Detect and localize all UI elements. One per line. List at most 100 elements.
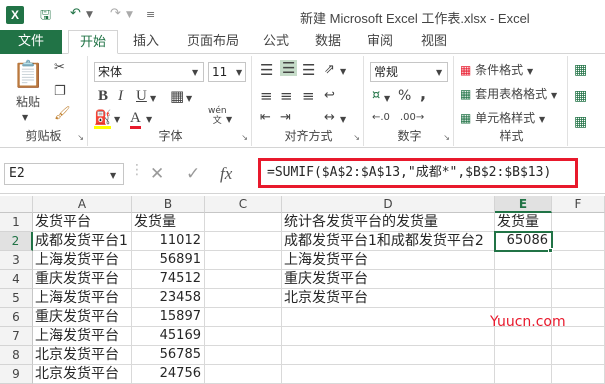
middle-align-icon[interactable]: ☰ <box>280 60 298 76</box>
cell-b2[interactable]: 11012 <box>132 232 205 251</box>
cell-c6[interactable] <box>205 308 282 327</box>
alignment-launcher-icon[interactable]: ↘ <box>353 133 360 142</box>
cell-a9[interactable]: 北京发货平台 <box>33 365 132 384</box>
cell-e4[interactable] <box>495 270 552 289</box>
clipboard-launcher-icon[interactable]: ↘ <box>77 133 84 142</box>
borders-icon[interactable]: ▦ <box>170 88 184 104</box>
delete-cells-icon[interactable]: ▦ <box>574 88 587 104</box>
row-header-7[interactable]: 7 <box>0 327 33 346</box>
paste-button[interactable]: 粘贴 <box>16 94 40 110</box>
tab-home[interactable]: 开始 <box>68 30 118 54</box>
cell-d5[interactable]: 北京发货平台 <box>282 289 495 308</box>
number-format-dropdown-icon[interactable]: ▼ <box>436 65 442 81</box>
cell-e5[interactable] <box>495 289 552 308</box>
tab-insert[interactable]: 插入 <box>124 30 168 54</box>
save-icon[interactable]: 🖫 <box>40 6 51 28</box>
cell-f8[interactable] <box>552 346 605 365</box>
cell-a6[interactable]: 重庆发货平台 <box>33 308 132 327</box>
row-header-5[interactable]: 5 <box>0 289 33 308</box>
accounting-format-icon[interactable]: ¤ <box>372 88 380 104</box>
cell-e8[interactable] <box>495 346 552 365</box>
redo-icon[interactable]: ↷ <box>110 6 121 21</box>
undo-dropdown-icon[interactable]: ▼ <box>86 10 93 20</box>
cell-a2[interactable]: 成都发货平台1 <box>33 232 132 251</box>
cell-a5[interactable]: 上海发货平台 <box>33 289 132 308</box>
cell-a1[interactable]: 发货平台 <box>33 213 132 232</box>
wrap-text-icon[interactable]: ↩ <box>324 88 335 104</box>
merge-dropdown-icon[interactable]: ▼ <box>340 112 346 128</box>
enter-icon[interactable]: ✓ <box>186 164 200 184</box>
row-header-8[interactable]: 8 <box>0 346 33 365</box>
fill-color-icon[interactable]: ⛽ <box>94 110 112 129</box>
name-box[interactable]: E2 <box>4 163 124 185</box>
orientation-dropdown-icon[interactable]: ▼ <box>340 64 346 80</box>
format-as-table-button[interactable]: ▦ 套用表格格式 ▼ <box>460 86 557 104</box>
decrease-decimal-icon[interactable]: .00→ <box>400 110 424 126</box>
align-right-icon[interactable]: ≡ <box>302 88 315 104</box>
cell-b4[interactable]: 74512 <box>132 270 205 289</box>
cell-c2[interactable] <box>205 232 282 251</box>
tab-view[interactable]: 视图 <box>414 30 454 54</box>
row-header-1[interactable]: 1 <box>0 213 33 232</box>
cell-b7[interactable]: 45169 <box>132 327 205 346</box>
tab-page-layout[interactable]: 页面布局 <box>178 30 248 54</box>
column-header-d[interactable]: D <box>282 196 495 213</box>
increase-indent-icon[interactable]: ⇥ <box>280 110 291 126</box>
font-size-dropdown-icon[interactable]: ▼ <box>236 65 242 81</box>
comma-style-icon[interactable]: , <box>420 86 426 102</box>
cell-c8[interactable] <box>205 346 282 365</box>
percent-style-icon[interactable]: % <box>398 88 411 104</box>
cell-c1[interactable] <box>205 213 282 232</box>
cell-f3[interactable] <box>552 251 605 270</box>
column-header-b[interactable]: B <box>132 196 205 213</box>
cell-f2[interactable] <box>552 232 605 251</box>
bottom-align-icon[interactable]: ☰ <box>302 62 315 78</box>
cell-c3[interactable] <box>205 251 282 270</box>
cell-a7[interactable]: 上海发货平台 <box>33 327 132 346</box>
cut-icon[interactable]: ✂ <box>54 60 65 76</box>
cell-d3[interactable]: 上海发货平台 <box>282 251 495 270</box>
row-header-3[interactable]: 3 <box>0 251 33 270</box>
cell-b9[interactable]: 24756 <box>132 365 205 384</box>
tab-data[interactable]: 数据 <box>306 30 350 54</box>
format-cells-icon[interactable]: ▦ <box>574 114 587 130</box>
cell-c4[interactable] <box>205 270 282 289</box>
cell-c9[interactable] <box>205 365 282 384</box>
increase-decimal-icon[interactable]: ←.0 <box>372 110 390 126</box>
cell-f1[interactable] <box>552 213 605 232</box>
cell-f4[interactable] <box>552 270 605 289</box>
phonetic-icon[interactable]: wén 文 <box>208 106 227 126</box>
align-left-icon[interactable]: ≡ <box>260 88 273 104</box>
cell-b5[interactable]: 23458 <box>132 289 205 308</box>
redo-dropdown-icon[interactable]: ▼ <box>126 10 133 20</box>
cell-a8[interactable]: 北京发货平台 <box>33 346 132 365</box>
name-box-dropdown-icon[interactable]: ▼ <box>110 168 116 184</box>
font-name-dropdown-icon[interactable]: ▼ <box>192 65 198 81</box>
cell-f9[interactable] <box>552 365 605 384</box>
cancel-icon[interactable]: ✕ <box>150 164 164 184</box>
paste-dropdown-icon[interactable]: ▼ <box>22 110 28 126</box>
insert-function-icon[interactable]: fx <box>220 164 232 184</box>
tab-formulas[interactable]: 公式 <box>256 30 296 54</box>
cell-d9[interactable] <box>282 365 495 384</box>
select-all-corner[interactable] <box>0 196 33 213</box>
cell-e1[interactable]: 发货量 <box>495 213 552 232</box>
tab-file[interactable]: 文件 <box>0 30 62 54</box>
number-launcher-icon[interactable]: ↘ <box>443 133 450 142</box>
cell-d4[interactable]: 重庆发货平台 <box>282 270 495 289</box>
borders-dropdown-icon[interactable]: ▼ <box>186 91 192 107</box>
row-header-9[interactable]: 9 <box>0 365 33 384</box>
cell-a4[interactable]: 重庆发货平台 <box>33 270 132 289</box>
worksheet-grid[interactable]: A B C D E F 1 发货平台 发货量 统计各发货平台的发货量 发货量 2… <box>0 196 605 384</box>
underline-icon[interactable]: U <box>136 88 147 104</box>
column-header-f[interactable]: F <box>552 196 605 213</box>
font-launcher-icon[interactable]: ↘ <box>241 133 248 142</box>
row-header-6[interactable]: 6 <box>0 308 33 327</box>
row-header-4[interactable]: 4 <box>0 270 33 289</box>
conditional-formatting-button[interactable]: ▦ 条件格式 ▼ <box>460 62 533 80</box>
paste-icon[interactable]: 📋 <box>12 60 44 90</box>
cell-d8[interactable] <box>282 346 495 365</box>
format-painter-icon[interactable]: 🖌 <box>54 106 71 122</box>
decrease-indent-icon[interactable]: ⇤ <box>260 110 271 126</box>
cell-d7[interactable] <box>282 327 495 346</box>
